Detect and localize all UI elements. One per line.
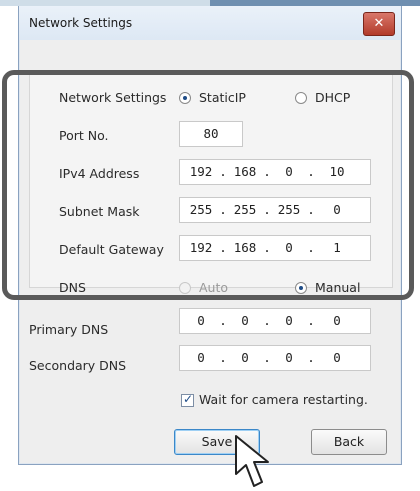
ip-octet: 0 xyxy=(241,313,249,328)
ip-dot: . xyxy=(219,313,227,328)
back-button[interactable]: Back xyxy=(311,429,387,455)
ip-octet: 0 xyxy=(285,350,293,365)
highlight-frame xyxy=(2,70,414,300)
ip-octet: 0 xyxy=(333,350,341,365)
ip-octet: 0 xyxy=(197,350,205,365)
ip-dot: . xyxy=(219,350,227,365)
primary-dns-label: Primary DNS xyxy=(29,322,109,337)
window-titlebar[interactable]: Network Settings ✕ xyxy=(19,6,401,40)
window-title: Network Settings xyxy=(29,16,133,30)
wait-restart-label[interactable]: Wait for camera restarting. xyxy=(199,392,368,407)
primary-dns-input[interactable]: 0 . 0 . 0 . 0 xyxy=(179,308,371,334)
mouse-pointer-icon xyxy=(235,435,269,487)
ip-dot: . xyxy=(307,313,315,328)
secondary-dns-label: Secondary DNS xyxy=(29,358,127,373)
ip-dot: . xyxy=(263,350,271,365)
ip-octet: 0 xyxy=(197,313,205,328)
ip-dot: . xyxy=(307,350,315,365)
close-button[interactable]: ✕ xyxy=(363,12,395,36)
ip-octet: 0 xyxy=(333,313,341,328)
ip-octet: 0 xyxy=(241,350,249,365)
wait-restart-checkbox[interactable] xyxy=(181,392,194,407)
close-icon: ✕ xyxy=(373,16,385,31)
secondary-dns-input[interactable]: 0 . 0 . 0 . 0 xyxy=(179,345,371,371)
ip-dot: . xyxy=(263,313,271,328)
ip-octet: 0 xyxy=(285,313,293,328)
